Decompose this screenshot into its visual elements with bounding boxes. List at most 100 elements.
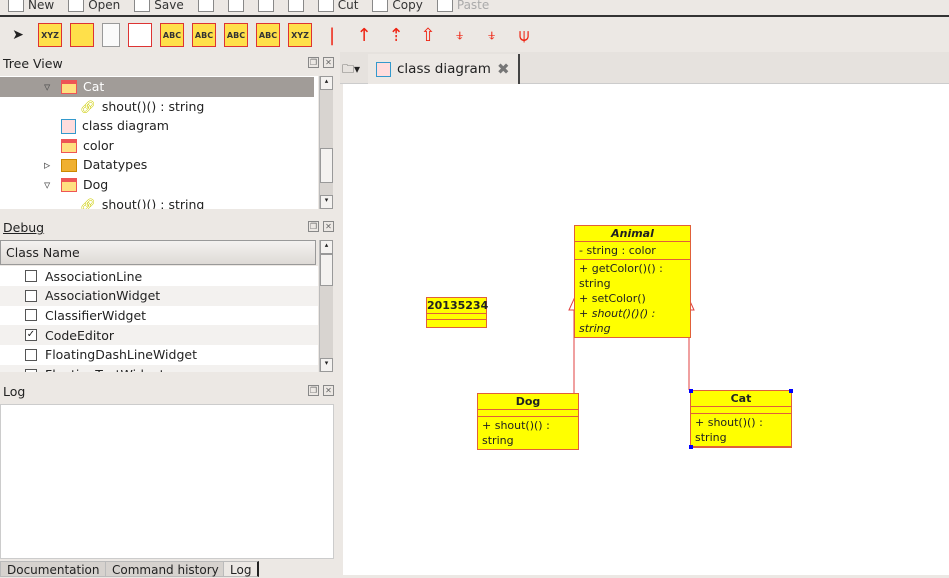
redo-icon (287, 0, 304, 12)
checkbox[interactable] (25, 309, 37, 322)
association-icon[interactable]: | (320, 23, 344, 47)
operation: + shout()() : string (695, 416, 763, 444)
copy-button[interactable]: Copy (372, 0, 423, 12)
operation-icon: 🔗︎ (80, 196, 96, 209)
box-icon[interactable] (128, 23, 152, 47)
column-header-class-name[interactable]: Class Name (0, 240, 316, 265)
dependency-icon[interactable]: ⇡ (384, 23, 408, 47)
tree-item[interactable]: 🔗︎ shout()() : string (0, 195, 314, 209)
close-icon[interactable]: ✕ (323, 221, 334, 232)
object-name: 20135234 (427, 299, 489, 314)
tree-item[interactable]: class diagram (0, 116, 314, 136)
composition-icon[interactable]: ⍖ (480, 23, 504, 47)
float-icon[interactable]: ❐ (308, 57, 319, 68)
tree-item[interactable]: ▿ Cat (0, 77, 314, 97)
datatype-icon[interactable]: ABC (224, 23, 248, 47)
tree-item-label: color (83, 137, 114, 153)
diagram-icon (376, 61, 391, 77)
undo-button[interactable] (257, 0, 274, 12)
note-icon[interactable] (102, 23, 120, 47)
tree-item[interactable]: ▹ Datatypes (0, 155, 314, 175)
debug-class-row[interactable]: FloatingTextWidget (0, 364, 318, 372)
button-label: Cut (337, 0, 359, 12)
print-preview-button[interactable] (227, 0, 244, 12)
class-dog[interactable]: Dog + shout()() : string (477, 393, 579, 450)
redo-button[interactable] (287, 0, 304, 12)
undo-icon (257, 0, 274, 12)
paste-button[interactable]: Paste (436, 0, 490, 12)
selection-handle[interactable] (689, 389, 693, 393)
close-icon[interactable]: ✕ (323, 385, 334, 396)
float-icon[interactable]: ❐ (308, 385, 319, 396)
copy-icon (372, 0, 389, 12)
selection-handle[interactable] (689, 445, 693, 449)
log-area[interactable] (0, 404, 334, 559)
debug-class-list: AssociationLine AssociationWidget Classifi… (0, 266, 318, 372)
tree-item[interactable]: ▿ Dog (0, 175, 314, 195)
tree-view: ▿ Cat 🔗︎ shout()() : string class diagram col… (0, 76, 318, 209)
class-icon (61, 80, 77, 94)
debug-class-row[interactable]: AssociationWidget (0, 285, 318, 306)
print-button[interactable] (197, 0, 214, 12)
package-icon[interactable]: XYZ (38, 23, 62, 47)
cut-button[interactable]: Cut (317, 0, 359, 12)
select-arrow-icon[interactable]: ➤ (6, 23, 30, 47)
tree-item-label: Cat (83, 79, 105, 94)
debug-scrollbar[interactable]: ▴ ▾ (319, 240, 333, 372)
tree-item-label: Dog (83, 177, 109, 192)
print-icon (197, 0, 214, 12)
diagram-canvas[interactable]: Animal - string : color + getColor()() :… (343, 84, 949, 575)
checkbox[interactable] (25, 289, 37, 302)
new-diagram-menu-icon[interactable]: 🗀▾ (342, 60, 362, 76)
class-animal[interactable]: Animal - string : color + getColor()() :… (574, 225, 691, 338)
float-icon[interactable]: ❐ (308, 221, 319, 232)
tab-class-diagram[interactable]: class diagram ✖ (368, 54, 520, 84)
save-button[interactable]: Save (134, 0, 184, 12)
object-20135234[interactable]: 20135234 (426, 297, 489, 328)
tree-item[interactable]: 🔗︎ shout()() : string (0, 97, 314, 117)
class-cat[interactable]: Cat + shout()() : string (689, 389, 793, 449)
containment-icon[interactable]: ⍦ (512, 23, 536, 47)
tree-scrollbar[interactable]: ▴ ▾ (319, 76, 333, 209)
checkbox[interactable] (25, 368, 37, 372)
interface-icon[interactable]: ABC (192, 23, 216, 47)
class-name-label: FloatingDashLineWidget (45, 347, 197, 363)
debug-header: Debug ❐ ✕ (0, 218, 340, 238)
expand-arrow-icon[interactable]: ▿ (44, 175, 54, 195)
save-icon (134, 0, 151, 12)
debug-class-row[interactable]: ✓ CodeEditor (0, 325, 318, 346)
class-name: Dog (478, 394, 578, 410)
tree-view-header: Tree View ❐ ✕ (0, 54, 340, 74)
aggregation-icon[interactable]: ⍖ (448, 23, 472, 47)
checkbox[interactable] (25, 270, 37, 282)
class-icon[interactable]: ABC (160, 23, 184, 47)
debug-class-row[interactable]: ClassifierWidget (0, 305, 318, 325)
button-label: Copy (392, 0, 423, 12)
button-label: Paste (456, 0, 490, 12)
class-icon (61, 178, 77, 192)
expand-arrow-icon[interactable]: ▹ (44, 155, 54, 175)
button-label: New (28, 0, 55, 12)
tree-item[interactable]: color (0, 136, 314, 156)
open-button[interactable]: Open (68, 0, 120, 12)
debug-class-row[interactable]: FloatingDashLineWidget (0, 345, 318, 365)
enum-icon[interactable]: ABC (256, 23, 280, 47)
new-button[interactable]: New (8, 0, 54, 12)
checkbox[interactable]: ✓ (25, 329, 37, 342)
button-label: Save (154, 0, 184, 12)
directed-association-icon[interactable]: ↑ (352, 23, 376, 47)
close-icon[interactable]: ✕ (323, 57, 334, 68)
debug-class-row[interactable]: AssociationLine (0, 266, 318, 286)
expand-arrow-icon[interactable]: ▿ (44, 77, 54, 97)
generalization-icon[interactable]: ⇧ (416, 23, 440, 47)
class-name-label: AssociationWidget (45, 288, 161, 304)
class-name-label: ClassifierWidget (45, 307, 147, 323)
selection-handle[interactable] (789, 389, 793, 393)
class-name-label: FloatingTextWidget (45, 367, 165, 372)
close-tab-icon[interactable]: ✖ (497, 60, 510, 78)
checkbox[interactable] (25, 348, 37, 361)
print-preview-icon (227, 0, 244, 12)
folder-icon (61, 158, 77, 172)
component-icon[interactable] (70, 23, 94, 47)
folder-package-icon[interactable]: XYZ (288, 23, 312, 47)
